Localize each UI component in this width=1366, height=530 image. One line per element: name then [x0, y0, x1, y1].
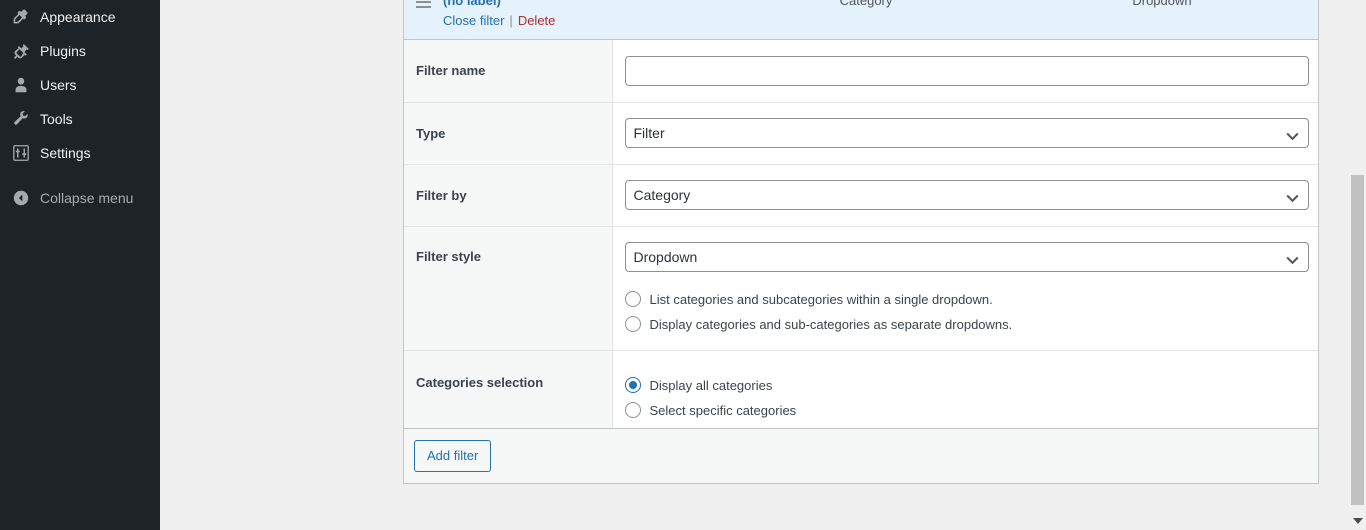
filter-by-select[interactable]: Category	[624, 180, 1309, 210]
table-row: Filter style Dropdown List categories an…	[404, 226, 1318, 350]
table-row: Filter name	[404, 40, 1318, 102]
type-cell: Filter	[612, 102, 1318, 164]
radio-label: Select specific categories	[649, 402, 797, 418]
wrench-icon	[11, 109, 31, 129]
collapse-menu-label: Collapse menu	[40, 190, 134, 206]
plug-icon	[11, 41, 31, 61]
filter-title[interactable]: (no label)	[443, 0, 718, 8]
close-filter-link[interactable]: Close filter	[443, 13, 504, 28]
sidebar-item-users[interactable]: Users	[0, 68, 160, 102]
sliders-icon	[11, 143, 31, 163]
filter-header-column-filter-style: Dropdown	[1132, 0, 1192, 8]
filter-by-label: Filter by	[404, 164, 613, 226]
type-select[interactable]: Filter	[624, 118, 1309, 148]
add-filter-button[interactable]: Add filter	[414, 440, 492, 472]
sidebar-item-label: Appearance	[40, 9, 116, 25]
filter-style-label: Filter style	[404, 226, 613, 350]
radio-indicator	[624, 291, 641, 307]
radio-label: Display categories and sub-categories as…	[649, 316, 1013, 332]
content-area: (no label) Close filter | Delete Category …	[160, 0, 1366, 530]
type-select-wrap: Filter	[624, 118, 1309, 148]
filter-name-input[interactable]	[624, 55, 1309, 86]
categories-radio-display-all[interactable]: Display all categories	[624, 373, 1319, 398]
filter-style-select-wrap: Dropdown	[624, 241, 1309, 272]
filter-panel: (no label) Close filter | Delete Category …	[403, 0, 1319, 484]
scrollbar-thumb[interactable]	[1351, 175, 1364, 505]
sidebar-item-label: Settings	[40, 145, 91, 161]
drag-bar	[416, 1, 431, 3]
paintbrush-icon	[11, 7, 31, 27]
categories-selection-cell: Display all categories Select specific c…	[612, 350, 1318, 428]
hamburger-drag-icon[interactable]	[404, 0, 443, 11]
sidebar-divider	[0, 170, 160, 181]
sidebar-item-plugins[interactable]: Plugins	[0, 34, 160, 68]
admin-screen: Appearance Plugins Users Tools Settings …	[0, 0, 1366, 530]
table-row: Filter by Category	[404, 164, 1318, 226]
radio-label: List categories and subcategories within…	[649, 291, 993, 307]
type-label: Type	[404, 102, 613, 164]
sidebar-item-label: Plugins	[40, 43, 86, 59]
filter-panel-header: (no label) Close filter | Delete Category …	[404, 0, 1318, 40]
table-row: Categories selection Display all categor…	[404, 350, 1318, 428]
sidebar-item-label: Users	[40, 77, 77, 93]
scroll-down-arrow-icon[interactable]	[1353, 518, 1363, 524]
filter-name-label: Filter name	[404, 40, 613, 102]
filter-name-cell	[612, 40, 1318, 102]
radio-label: Display all categories	[649, 377, 773, 393]
filter-style-radio-single-dropdown[interactable]: List categories and subcategories within…	[624, 287, 1319, 312]
sidebar-item-appearance[interactable]: Appearance	[0, 0, 160, 34]
page-scrollbar[interactable]	[1349, 0, 1366, 530]
filter-style-radio-separate-dropdowns[interactable]: Display categories and sub-categories as…	[624, 312, 1319, 337]
drag-bar	[416, 6, 431, 8]
categories-selection-label: Categories selection	[404, 350, 613, 428]
filter-form-table: Filter name Type Filter Filter by Catego…	[404, 40, 1318, 428]
sidebar-item-label: Tools	[40, 111, 73, 127]
filter-panel-footer: Add filter	[404, 428, 1318, 483]
categories-radio-select-specific[interactable]: Select specific categories	[624, 398, 1319, 423]
admin-sidebar: Appearance Plugins Users Tools Settings …	[0, 0, 160, 530]
collapse-arrow-icon	[11, 188, 31, 208]
sidebar-item-settings[interactable]: Settings	[0, 136, 160, 170]
radio-indicator	[624, 316, 641, 332]
sidebar-collapse-menu[interactable]: Collapse menu	[0, 181, 160, 215]
radio-indicator	[624, 402, 641, 418]
delete-filter-link[interactable]: Delete	[518, 13, 556, 28]
filter-header-actions: Close filter | Delete	[443, 13, 718, 28]
user-icon	[11, 75, 31, 95]
table-row: Type Filter	[404, 102, 1318, 164]
filter-header-column-filter-by: Category	[839, 0, 893, 8]
filter-style-select[interactable]: Dropdown	[624, 241, 1309, 272]
filter-style-cell: Dropdown List categories and subcategori…	[612, 226, 1318, 350]
action-separator: |	[509, 13, 513, 28]
filter-by-cell: Category	[612, 164, 1318, 226]
sidebar-item-tools[interactable]: Tools	[0, 102, 160, 136]
filter-by-select-wrap: Category	[624, 180, 1309, 210]
radio-indicator	[624, 377, 641, 393]
filter-header-main: (no label) Close filter | Delete	[443, 0, 718, 28]
